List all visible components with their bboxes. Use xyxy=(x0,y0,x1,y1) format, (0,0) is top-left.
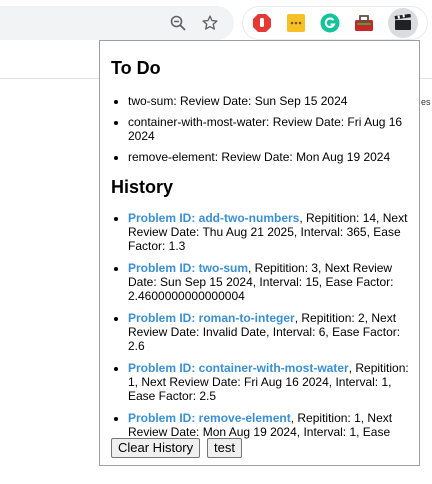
history-item: Problem ID: roman-to-integer, Repitition… xyxy=(128,311,410,353)
problem-link[interactable]: Problem ID: two-sum xyxy=(128,261,248,275)
grammarly-icon[interactable] xyxy=(320,13,340,33)
todo-list: two-sum: Review Date: Sun Sep 15 2024 co… xyxy=(100,94,410,171)
bookmark-star-icon[interactable] xyxy=(199,12,221,34)
stop-extension-icon[interactable] xyxy=(252,13,272,33)
todo-item: remove-element: Review Date: Mon Aug 19 … xyxy=(128,150,410,164)
history-item: Problem ID: two-sum, Repitition: 3, Next… xyxy=(128,261,410,303)
zoom-out-icon[interactable] xyxy=(167,12,189,34)
notes-extension-icon[interactable] xyxy=(286,13,306,33)
history-item: Problem ID: add-two-numbers, Repitition:… xyxy=(128,211,410,253)
test-button[interactable]: test xyxy=(207,438,242,458)
clear-history-button[interactable]: Clear History xyxy=(111,438,201,458)
history-heading: History xyxy=(111,177,174,197)
todo-item: two-sum: Review Date: Sun Sep 15 2024 xyxy=(128,94,410,108)
problem-link[interactable]: Problem ID: add-two-numbers xyxy=(128,211,299,225)
history-item: Problem ID: container-with-most-water, R… xyxy=(128,361,410,403)
extension-popup: To Do two-sum: Review Date: Sun Sep 15 2… xyxy=(99,40,420,466)
history-list: Problem ID: add-two-numbers, Repitition:… xyxy=(100,211,410,461)
problem-link[interactable]: Problem ID: roman-to-integer xyxy=(128,311,295,325)
toolbox-extension-icon[interactable] xyxy=(354,13,374,33)
todo-heading: To Do xyxy=(111,58,161,78)
extensions-bar xyxy=(242,6,428,40)
clapper-extension-icon[interactable] xyxy=(388,8,418,38)
problem-link[interactable]: Problem ID: remove-element xyxy=(128,411,291,425)
problem-link[interactable]: Problem ID: container-with-most-water xyxy=(128,361,349,375)
todo-item: container-with-most-water: Review Date: … xyxy=(128,115,410,143)
background-page-text: es xyxy=(421,97,431,107)
